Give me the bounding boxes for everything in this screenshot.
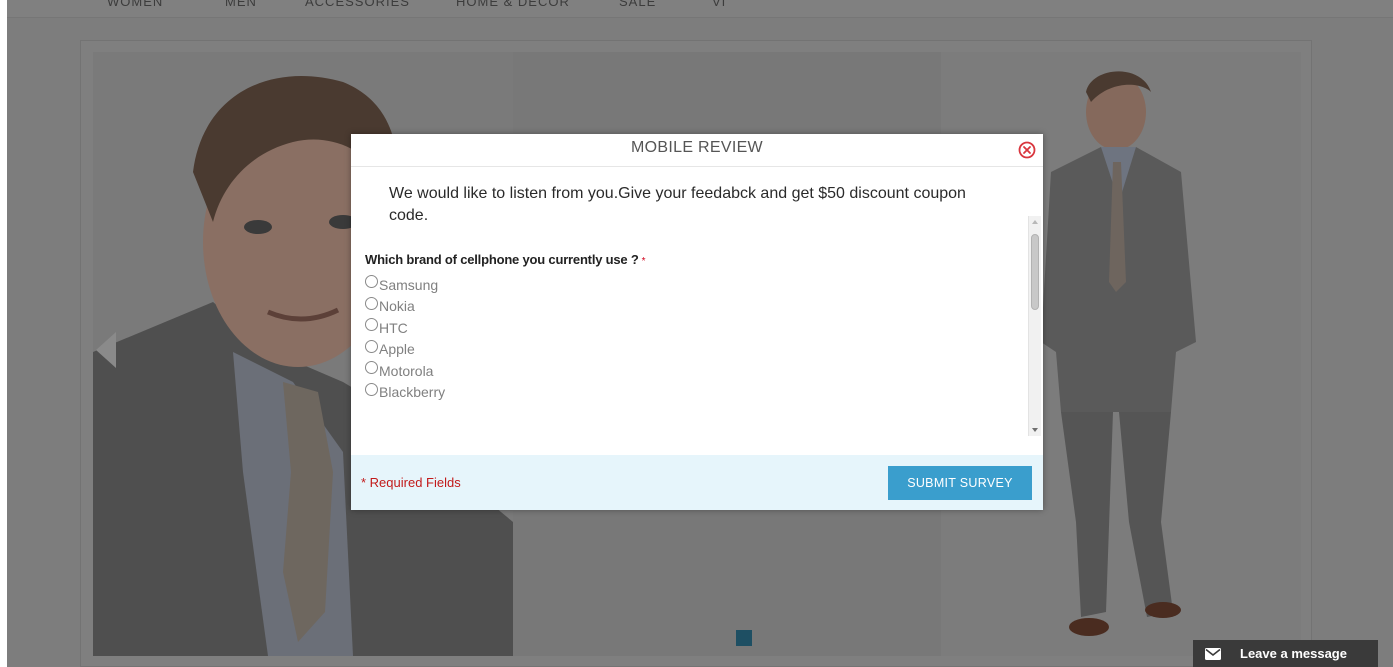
- radio-nokia[interactable]: [365, 296, 378, 310]
- radio-motorola[interactable]: [365, 361, 378, 375]
- scroll-up-arrow-icon[interactable]: [1032, 220, 1038, 224]
- leave-message-widget[interactable]: Leave a message: [1193, 640, 1378, 667]
- nav-item-accessories[interactable]: ACCESSORIES: [305, 0, 410, 9]
- nav-item-sale[interactable]: SALE: [619, 0, 656, 9]
- option-motorola[interactable]: Motorola: [365, 360, 445, 382]
- brand-options: Samsung Nokia HTC Apple Motorola Blackbe…: [365, 274, 445, 403]
- required-fields-note: * Required Fields: [361, 475, 461, 490]
- top-navigation: WOMEN MEN ACCESSORIES HOME & DECOR SALE …: [7, 0, 1393, 18]
- option-samsung[interactable]: Samsung: [365, 274, 445, 296]
- slider-pager-dot[interactable]: [736, 630, 752, 646]
- option-nokia[interactable]: Nokia: [365, 296, 445, 318]
- survey-intro: We would like to listen from you.Give yo…: [389, 185, 966, 224]
- option-label: Nokia: [379, 298, 415, 315]
- scroll-down-arrow-icon[interactable]: [1032, 428, 1038, 432]
- option-label: Motorola: [379, 362, 434, 379]
- close-circle-icon[interactable]: [1017, 140, 1037, 160]
- radio-blackberry[interactable]: [365, 382, 378, 396]
- option-label: HTC: [379, 319, 408, 336]
- required-star: *: [641, 256, 646, 267]
- survey-modal: MOBILE REVIEW We would like to listen fr…: [351, 134, 1043, 510]
- envelope-icon: [1205, 647, 1221, 660]
- option-htc[interactable]: HTC: [365, 317, 445, 339]
- scroll-thumb[interactable]: [1031, 234, 1039, 310]
- option-label: Blackberry: [379, 384, 446, 401]
- radio-apple[interactable]: [365, 339, 378, 353]
- nav-item-women[interactable]: WOMEN: [107, 0, 163, 9]
- left-gutter: [0, 0, 7, 667]
- modal-body: We would like to listen from you.Give yo…: [351, 168, 1043, 455]
- nav-item-more[interactable]: VI: [712, 0, 726, 9]
- option-label: Apple: [379, 341, 415, 358]
- modal-footer: * Required Fields SUBMIT SURVEY: [351, 455, 1043, 510]
- modal-scrollbar[interactable]: [1028, 216, 1041, 436]
- option-blackberry[interactable]: Blackberry: [365, 382, 445, 404]
- slider-prev-arrow[interactable]: [96, 332, 116, 368]
- modal-header: MOBILE REVIEW: [351, 134, 1043, 167]
- radio-samsung[interactable]: [365, 275, 378, 289]
- option-label: Samsung: [379, 276, 439, 293]
- submit-survey-button[interactable]: SUBMIT SURVEY: [888, 466, 1032, 500]
- option-apple[interactable]: Apple: [365, 339, 445, 361]
- leave-message-label: Leave a message: [1240, 646, 1347, 661]
- survey-question: Which brand of cellphone you currently u…: [365, 252, 646, 267]
- radio-htc[interactable]: [365, 318, 378, 332]
- nav-item-home-decor[interactable]: HOME & DECOR: [456, 0, 570, 9]
- modal-title: MOBILE REVIEW: [631, 139, 763, 156]
- nav-item-men[interactable]: MEN: [225, 0, 257, 9]
- question-label: Which brand of cellphone you currently u…: [365, 252, 639, 267]
